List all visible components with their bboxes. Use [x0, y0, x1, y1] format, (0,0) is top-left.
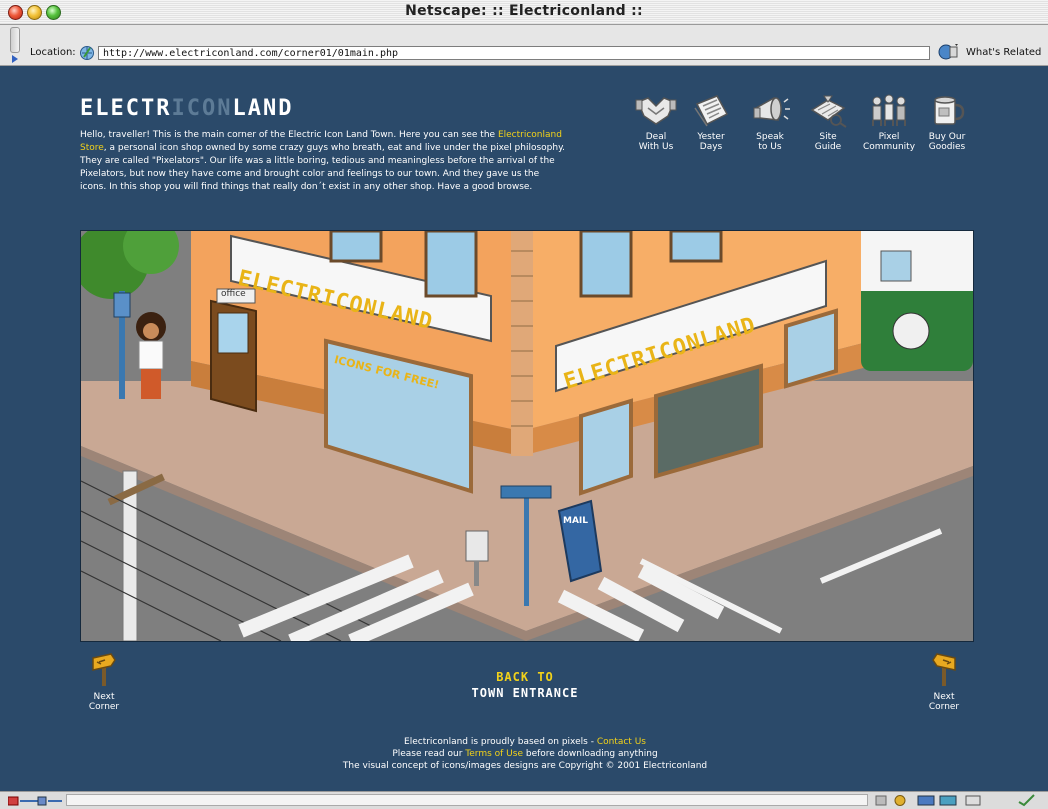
- window-title: Netscape: :: Electriconland ::: [405, 3, 643, 19]
- nav-label: Buy Our Goodies: [928, 132, 966, 153]
- signpost-left-icon: [92, 653, 116, 686]
- status-text-field: [66, 794, 868, 806]
- nav-yester-days[interactable]: Yester Days: [683, 94, 739, 153]
- whats-related-icon[interactable]: [937, 43, 959, 61]
- handshake-icon: [635, 97, 677, 125]
- main-nav: Deal With Us Yester Days Speak to Us Sit…: [628, 94, 973, 164]
- page-proxy-icon[interactable]: [79, 45, 95, 61]
- office-sign: office: [221, 289, 246, 299]
- intro-text-end: , a personal icon shop owned by some cra…: [80, 143, 565, 193]
- mug-icon: [934, 96, 965, 125]
- nav-label: Pixel Community: [862, 132, 916, 153]
- nav-site-guide[interactable]: Site Guide: [800, 94, 856, 153]
- logo-part-3: LAND: [232, 96, 294, 121]
- next-corner-left-label: Next Corner: [88, 692, 120, 713]
- nav-speak-to-us[interactable]: Speak to Us: [742, 94, 798, 153]
- terms-of-use-link[interactable]: Terms of Use: [465, 749, 523, 759]
- web-page: ELECTRICONLAND Hello, traveller! This is…: [0, 66, 1048, 791]
- footer-download-text: before downloading anything: [523, 749, 658, 760]
- toolbar-expand-arrow-icon[interactable]: [12, 55, 18, 63]
- footer-read-text: Please read our: [392, 749, 466, 760]
- url-field[interactable]: http://www.electriconland.com/corner01/0…: [98, 46, 930, 60]
- nav-buy-our-goodies[interactable]: Buy Our Goodies: [919, 94, 975, 153]
- contact-us-link[interactable]: Contact Us: [597, 737, 646, 747]
- map-icon: [810, 95, 847, 128]
- toolbar-collapse-grip[interactable]: [10, 27, 20, 53]
- nav-label: Deal With Us: [638, 132, 674, 153]
- next-corner-left-button[interactable]: Next Corner: [74, 652, 134, 713]
- nav-pixel-community[interactable]: Pixel Community: [861, 94, 917, 153]
- intro-paragraph: Hello, traveller! This is the main corne…: [80, 129, 565, 194]
- nav-label: Yester Days: [697, 132, 725, 153]
- footer-copyright: The visual concept of icons/images desig…: [342, 761, 708, 772]
- nav-label: Speak to Us: [756, 132, 784, 153]
- megaphone-icon: [753, 96, 790, 121]
- signpost-right-icon: [932, 653, 956, 686]
- newspaper-icon: [694, 95, 729, 127]
- window-title-bar[interactable]: Netscape: :: Electriconland ::: [0, 0, 1048, 25]
- intro-text-start: Hello, traveller! This is the main corne…: [80, 130, 498, 140]
- footer-pixels-text: Electriconland is proudly based on pixel…: [404, 737, 597, 747]
- back-to-line: BACK TO: [496, 670, 554, 684]
- logo-part-1: ELECTR: [80, 96, 172, 121]
- back-to-town-entrance-link[interactable]: BACK TO TOWN ENTRANCE: [440, 669, 610, 701]
- component-bar-icons[interactable]: [874, 794, 1046, 807]
- nav-label: Site Guide: [814, 132, 842, 153]
- site-logo[interactable]: ELECTRICONLAND: [80, 96, 293, 121]
- whats-related-button[interactable]: What's Related: [966, 47, 1041, 58]
- next-corner-right-button[interactable]: Next Corner: [914, 652, 974, 713]
- street-corner-illustration: [81, 231, 973, 641]
- town-entrance-line: TOWN ENTRANCE: [471, 686, 579, 701]
- page-footer: Electriconland is proudly based on pixel…: [200, 736, 850, 772]
- footer-line-2: Please read our Terms of Use before down…: [200, 748, 850, 760]
- nav-deal-with-us[interactable]: Deal With Us: [628, 94, 684, 153]
- logo-part-2: ICON: [171, 96, 233, 121]
- security-lock-icon[interactable]: [8, 795, 64, 806]
- street-corner-scene: ELECTRICONLAND ELECTRICONLAND office ICO…: [80, 230, 974, 642]
- people-icon: [872, 94, 906, 126]
- mailbox-label: MAIL: [563, 516, 589, 526]
- next-corner-right-label: Next Corner: [928, 692, 960, 713]
- location-toolbar: Location: http://www.electriconland.com/…: [0, 25, 1048, 66]
- status-bar: [0, 791, 1048, 809]
- footer-line-1: Electriconland is proudly based on pixel…: [200, 736, 850, 748]
- location-label: Location:: [30, 47, 76, 58]
